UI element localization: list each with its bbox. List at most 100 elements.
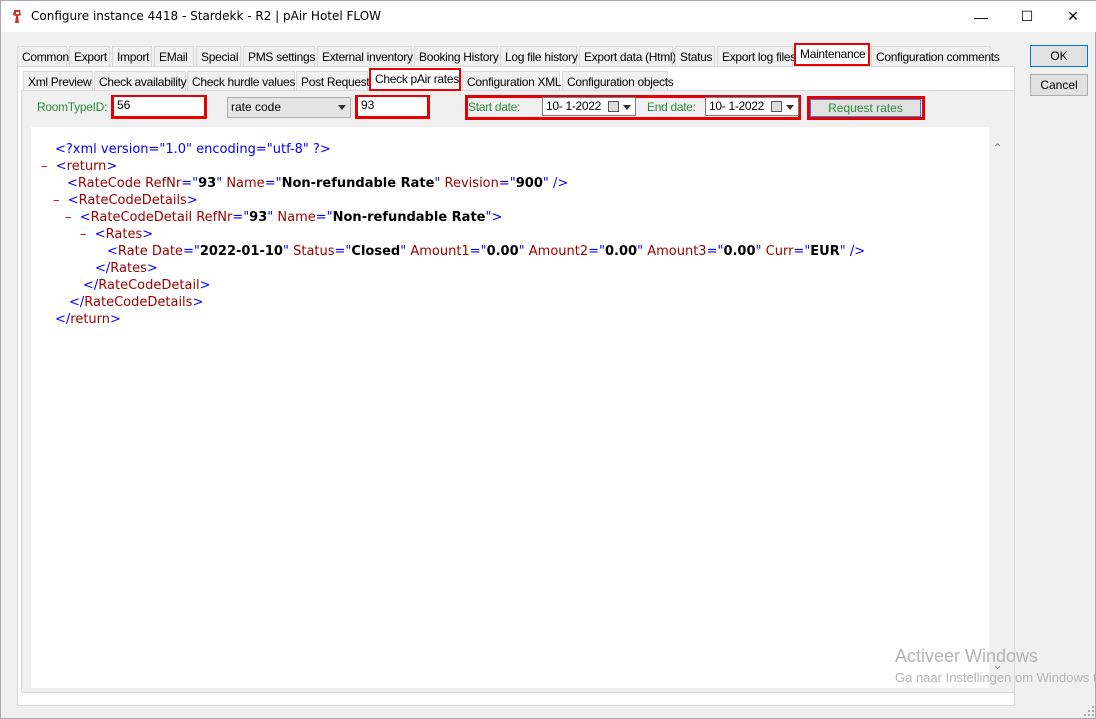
- room-type-label: RoomTypeID:: [37, 100, 108, 114]
- window-title: Configure instance 4418 - Stardekk - R2 …: [31, 9, 382, 23]
- chevron-down-icon: [623, 105, 631, 110]
- xml-tag-name: RateCodeDetails: [78, 193, 187, 208]
- end-date-picker[interactable]: 10- 1-2022: [705, 97, 799, 116]
- calendar-icon: [771, 101, 782, 112]
- xml-attr-name: RefNr: [196, 210, 233, 225]
- configure-instance-window: Configure instance 4418 - Stardekk - R2 …: [0, 0, 1096, 719]
- tab-booking-history[interactable]: Booking History: [414, 46, 499, 66]
- tab-check-pair-rates[interactable]: Check pAir rates: [369, 68, 461, 91]
- tab-export-log-files[interactable]: Export log files: [717, 46, 796, 66]
- xml-return-close: </return>: [55, 312, 121, 327]
- xml-tag-name: Rate: [117, 244, 148, 259]
- tab-check-hurdle-values[interactable]: Check hurdle values: [187, 71, 295, 91]
- tab-export-data-html[interactable]: Export data (Html): [579, 46, 676, 66]
- xml-attr-value: EUR: [810, 244, 840, 259]
- maximize-icon: ☐: [1020, 8, 1034, 24]
- xml-attr-name: Amount2: [528, 244, 589, 259]
- ok-button[interactable]: OK: [1030, 45, 1088, 67]
- xml-attr-value: 93: [198, 176, 217, 191]
- xml-attr-name: RefNr: [145, 176, 182, 191]
- tab-configuration-comments[interactable]: Configuration comments: [871, 46, 1000, 66]
- scroll-up-icon[interactable]: ⌃: [989, 141, 1006, 155]
- xml-tag-name: RateCodeDetails: [84, 295, 193, 310]
- xml-attr-value: 0.00: [723, 244, 756, 259]
- xml-attr-value: Non-refundable Rate: [281, 176, 435, 191]
- app-icon: [13, 10, 21, 23]
- end-date-value: 10- 1-2022: [709, 99, 765, 113]
- xml-ratecodedetail-close: </RateCodeDetail>: [83, 278, 211, 293]
- xml-ratecodedetails-close: </RateCodeDetails>: [69, 295, 204, 310]
- xml-attr-name: Curr: [765, 244, 794, 259]
- tab-configuration-xml[interactable]: Configuration XML: [462, 71, 562, 91]
- end-date-label: End date:: [647, 100, 696, 114]
- xml-tag-name: RateCode: [77, 176, 141, 191]
- tab-xml-preview[interactable]: Xml Preview: [23, 71, 93, 91]
- start-date-label: Start date:: [468, 100, 521, 114]
- maximize-button[interactable]: ☐: [1004, 1, 1050, 32]
- chevron-down-icon: [338, 105, 346, 110]
- tab-log-file-history[interactable]: Log file history: [500, 46, 578, 66]
- xml-attr-name: Status: [293, 244, 335, 259]
- tab-export[interactable]: Export: [69, 46, 110, 66]
- tab-status[interactable]: Status: [675, 46, 715, 66]
- main-tab-strip: Common Export Import EMail Special PMS s…: [1, 43, 1001, 67]
- xml-attr-value: 2022-01-10: [199, 244, 283, 259]
- tab-configuration-objects[interactable]: Configuration objects: [562, 71, 674, 91]
- xml-attr-name: Name: [226, 176, 265, 191]
- minimize-icon: —: [974, 8, 988, 25]
- xml-return-open[interactable]: – <return>: [41, 158, 117, 175]
- tab-special[interactable]: Special: [196, 46, 241, 66]
- title-bar[interactable]: Configure instance 4418 - Stardekk - R2 …: [1, 1, 1096, 32]
- xml-ratecode-line: <RateCode RefNr="93" Name="Non-refundabl…: [67, 176, 569, 191]
- tab-check-availability[interactable]: Check availability: [94, 71, 187, 91]
- xml-tag-name: Rates: [105, 227, 143, 242]
- minimize-button[interactable]: —: [958, 1, 1004, 32]
- xml-scrollbar[interactable]: [989, 127, 1006, 688]
- xml-attr-value: Non-refundable Rate: [332, 210, 486, 225]
- start-date-value: 10- 1-2022: [546, 99, 602, 113]
- code-type-select[interactable]: rate code: [227, 97, 351, 118]
- xml-tag-name: return: [66, 159, 107, 174]
- close-icon: ✕: [1067, 8, 1079, 24]
- start-date-picker[interactable]: 10- 1-2022: [542, 97, 636, 116]
- activation-watermark-title: Activeer Windows: [895, 646, 1039, 666]
- request-rates-button[interactable]: Request rates: [810, 99, 921, 117]
- xml-rate-line: <Rate Date="2022-01-10" Status="Closed" …: [107, 244, 866, 259]
- xml-rates-close: </Rates>: [95, 261, 158, 276]
- xml-result-view[interactable]: <?xml version="1.0" encoding="utf-8" ?> …: [31, 127, 989, 688]
- collapse-icon[interactable]: –: [53, 193, 60, 208]
- cancel-button[interactable]: Cancel: [1030, 74, 1088, 96]
- room-type-input[interactable]: 56: [114, 97, 204, 116]
- xml-ratecodedetails-open[interactable]: – <RateCodeDetails>: [53, 192, 198, 209]
- tab-external-inventory[interactable]: External inventory: [317, 46, 413, 66]
- resize-grip-icon[interactable]: [1083, 705, 1095, 717]
- rate-code-input[interactable]: 93: [358, 97, 427, 116]
- tab-import[interactable]: Import: [112, 46, 152, 66]
- collapse-icon[interactable]: –: [41, 159, 48, 174]
- tab-post-request[interactable]: Post Request: [296, 71, 370, 91]
- xml-attr-name: Date: [151, 244, 183, 259]
- code-type-value: rate code: [231, 100, 282, 114]
- tab-pms-settings[interactable]: PMS settings: [243, 46, 315, 66]
- chevron-down-icon: [786, 105, 794, 110]
- xml-attr-name: Amount3: [647, 244, 707, 259]
- close-button[interactable]: ✕: [1050, 1, 1096, 32]
- xml-tag-name: Rates: [110, 261, 147, 276]
- collapse-icon[interactable]: –: [65, 210, 72, 225]
- xml-attr-value: Closed: [351, 244, 401, 259]
- tab-maintenance[interactable]: Maintenance: [794, 43, 870, 66]
- tab-common[interactable]: Common: [17, 46, 69, 66]
- activation-watermark-subtitle: Ga naar Instellingen om Windows te activ…: [895, 670, 1096, 685]
- collapse-icon[interactable]: –: [80, 227, 87, 242]
- xml-attr-value: 93: [249, 210, 268, 225]
- tab-email[interactable]: EMail: [154, 46, 194, 66]
- xml-attr-value: 900: [515, 176, 543, 191]
- xml-attr-value: 0.00: [486, 244, 519, 259]
- xml-rates-open[interactable]: – <Rates>: [80, 226, 153, 243]
- calendar-icon: [608, 101, 619, 112]
- xml-tag-name: RateCodeDetail: [98, 278, 200, 293]
- xml-attr-value: 0.00: [605, 244, 638, 259]
- xml-tag-name: RateCodeDetail: [90, 210, 193, 225]
- maintenance-subtab-strip: Xml Preview Check availability Check hur…: [1, 68, 1001, 92]
- xml-ratecodedetail-open[interactable]: – <RateCodeDetail RefNr="93" Name="Non-r…: [65, 209, 502, 226]
